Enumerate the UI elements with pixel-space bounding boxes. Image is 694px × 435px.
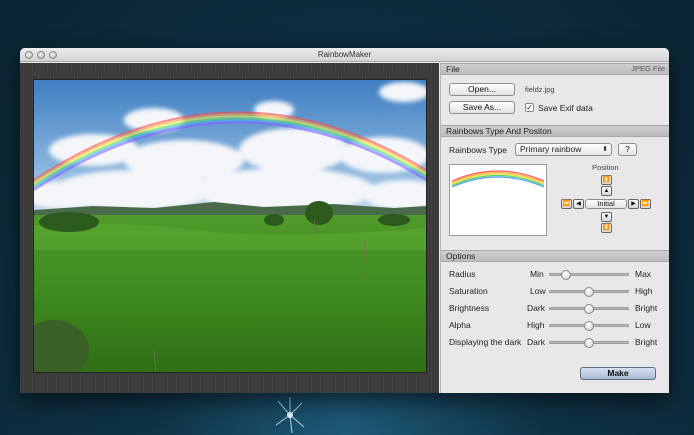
- slider-name: Alpha: [449, 320, 471, 330]
- double-left-arrow-icon: ⏪: [562, 201, 571, 207]
- window-close-icon[interactable]: [25, 51, 33, 59]
- image-canvas-area: [20, 63, 439, 393]
- rainbow-preview-graphic: [451, 170, 545, 188]
- window-zoom-icon[interactable]: [49, 51, 57, 59]
- rainbow-section-header: Rainbows Type And Positon: [441, 125, 669, 137]
- slider-knob[interactable]: [584, 321, 594, 331]
- checkmark-icon: ✓: [526, 103, 533, 112]
- move-down-button[interactable]: ▼: [601, 212, 612, 222]
- displaying-dark-slider[interactable]: [549, 338, 629, 348]
- alpha-slider[interactable]: [549, 321, 629, 331]
- move-down-fast-button[interactable]: ⏬: [601, 223, 612, 233]
- select-arrows-icon: ⬍: [602, 146, 608, 153]
- file-type-label: JPEG File: [631, 64, 665, 73]
- move-right-button[interactable]: ▶: [628, 199, 639, 209]
- save-exif-checkbox[interactable]: ✓: [525, 103, 534, 112]
- left-arrow-icon: ◀: [576, 201, 581, 207]
- slider-max-label: Bright: [635, 337, 658, 347]
- save-exif-label: Save Exif data: [538, 103, 593, 113]
- slider-knob[interactable]: [584, 304, 594, 314]
- initial-position-button[interactable]: Initial: [585, 199, 627, 209]
- radius-slider[interactable]: [549, 270, 629, 280]
- slider-max-label: Low: [635, 320, 651, 330]
- up-arrow-icon: ▲: [603, 188, 610, 194]
- move-left-button[interactable]: ◀: [573, 199, 584, 209]
- slider-min-label: High: [527, 320, 545, 330]
- slider-min-label: Min: [530, 269, 544, 279]
- help-button[interactable]: ?: [618, 143, 637, 156]
- open-button[interactable]: Open...: [449, 83, 515, 96]
- slider-min-label: Dark: [527, 337, 545, 347]
- move-left-fast-button[interactable]: ⏪: [561, 199, 572, 209]
- rainbow-type-select[interactable]: Primary rainbow ⬍: [515, 143, 612, 156]
- slider-knob[interactable]: [584, 338, 594, 348]
- slider-knob[interactable]: [584, 287, 594, 297]
- move-right-fast-button[interactable]: ⏩: [640, 199, 651, 209]
- rainbow-type-value: Primary rainbow: [520, 144, 582, 154]
- down-arrow-icon: ▼: [603, 214, 610, 220]
- filename-label: fieldz.jpg: [525, 85, 555, 94]
- move-up-button[interactable]: ▲: [601, 186, 612, 196]
- slider-name: Radius: [449, 269, 476, 279]
- titlebar: RainbowMaker: [20, 48, 669, 62]
- position-label: Position: [592, 163, 619, 172]
- brightness-slider[interactable]: [549, 304, 629, 314]
- move-up-fast-button[interactable]: ⏫: [601, 175, 612, 185]
- slider-name: Brightness: [449, 303, 490, 313]
- double-right-arrow-icon: ⏩: [641, 201, 650, 207]
- slider-name: Saturation: [449, 286, 488, 296]
- window-title: RainbowMaker: [317, 50, 372, 59]
- slider-max-label: High: [635, 286, 653, 296]
- options-section-title: Options: [446, 251, 476, 261]
- slider-min-label: Dark: [527, 303, 545, 313]
- right-arrow-icon: ▶: [631, 201, 636, 207]
- make-button[interactable]: Make: [580, 367, 656, 380]
- options-section-header: Options: [441, 250, 669, 262]
- photo-preview[interactable]: [33, 79, 427, 373]
- file-section-title: File: [446, 64, 460, 74]
- double-up-arrow-icon: ⏫: [602, 177, 611, 183]
- settings-panel: File JPEG File Open... fieldz.jpg Save A…: [440, 63, 669, 393]
- rainbow-section-title: Rainbows Type And Positon: [446, 126, 552, 136]
- file-section-header: File JPEG File: [441, 63, 669, 75]
- slider-max-label: Bright: [635, 303, 658, 313]
- app-window: RainbowMaker File JPEG File Open... fiel…: [20, 48, 669, 393]
- desktop-glow-icon: [275, 397, 305, 434]
- window-minimize-icon[interactable]: [37, 51, 45, 59]
- slider-name: Displaying the dark: [449, 337, 522, 347]
- slider-min-label: Low: [530, 286, 546, 296]
- save-as-button[interactable]: Save As...: [449, 101, 515, 114]
- saturation-slider[interactable]: [549, 287, 629, 297]
- slider-knob[interactable]: [560, 270, 571, 280]
- photo-image: [34, 80, 426, 372]
- rainbow-preview: [449, 164, 547, 236]
- window-controls: [25, 51, 57, 59]
- double-down-arrow-icon: ⏬: [602, 225, 611, 231]
- slider-max-label: Max: [635, 269, 652, 279]
- rainbow-type-label: Rainbows Type: [449, 145, 507, 155]
